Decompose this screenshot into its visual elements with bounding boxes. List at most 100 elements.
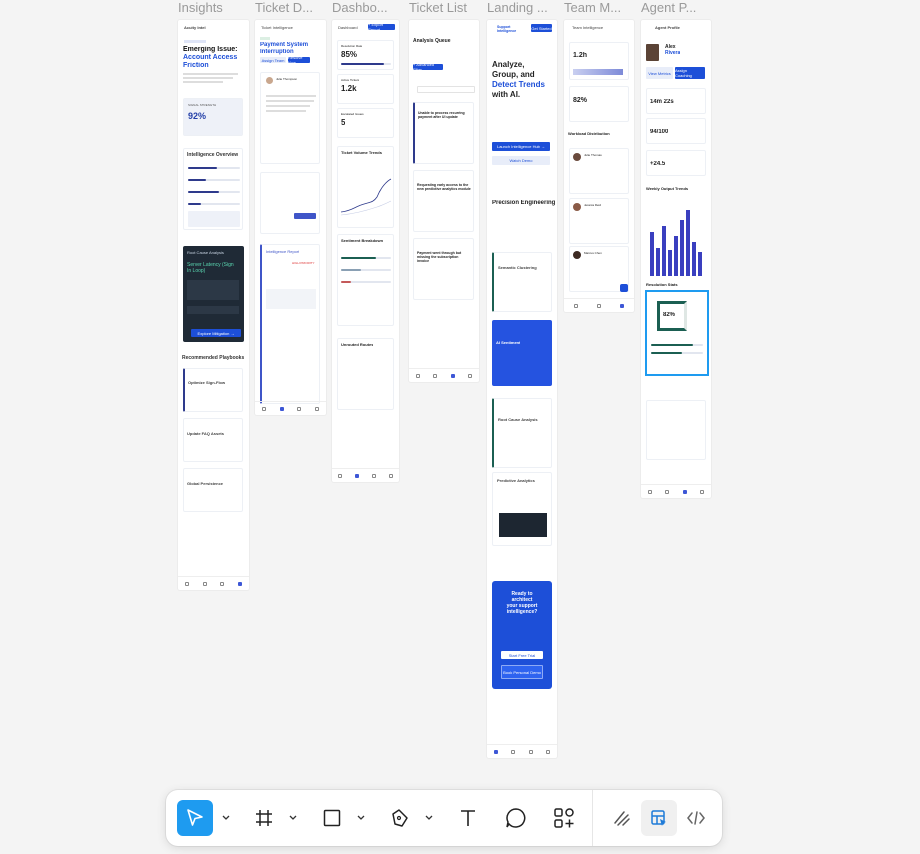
assign-team-button[interactable]: Assign Team [260,57,286,63]
design-icon [651,810,666,826]
frame-ticket-detail[interactable]: Ticket Intelligence Payment System Inter… [255,20,326,415]
frame-label-insights[interactable]: Insights [178,0,254,15]
playbook-card-1[interactable]: Optimize Sign-Flow [183,368,243,412]
feature-card-3: Root Cause Analysis [492,398,552,468]
frame-agent[interactable]: Agent Profile Alex Rivera View Metrics A… [641,20,711,498]
reply-card[interactable] [260,172,320,234]
avatar [266,77,273,84]
actions-tool-button[interactable] [546,800,582,836]
bottom-nav[interactable] [332,468,399,482]
frame-landing[interactable]: Support Intelligence Get Started Analyze… [487,20,557,758]
pen-options-chevron[interactable] [424,812,434,824]
ticket-body-card: Julie Thompson [260,72,320,164]
status-pill [184,40,206,43]
ticket-row-2[interactable]: Requesting early access to the new predi… [413,170,474,232]
explore-mitigation-button[interactable]: Explore Mitigation → [191,329,241,337]
frame-label-dashboard[interactable]: Dashbo... [332,0,408,15]
ticket-row-3[interactable]: Payment went through but missing the sub… [413,238,474,300]
issue-title-2: Account Access [183,54,238,61]
shape-options-chevron[interactable] [356,812,366,824]
pen-tool-button[interactable] [382,800,418,836]
frame-label-agent[interactable]: Agent P... [641,0,717,15]
overview-card: Intelligence Overview [183,148,243,230]
selected-resolution-card[interactable]: 82% [645,290,709,376]
unrouted-card: Unrouted Routes [337,338,394,410]
app-header: Ticket Intelligence [261,25,293,30]
draw-icon [614,811,630,826]
landing-logo: Support Intelligence [497,25,517,33]
draw-mode-button[interactable] [604,800,640,836]
app-header: Team Intelligence [572,25,604,30]
move-tool-button[interactable] [177,800,213,836]
frame-insights[interactable]: Acuity Intel Emerging Issue: Account Acc… [178,20,249,590]
dev-mode-button[interactable] [678,800,714,836]
playbook-card-3[interactable]: Global Persistence [183,468,243,512]
code-icon [687,811,705,825]
bottom-nav[interactable] [178,576,249,590]
comment-icon [506,808,526,828]
issue-title-1: Emerging Issue: [183,46,238,53]
frame-label-team[interactable]: Team M... [564,0,640,15]
design-mode-button[interactable] [641,800,677,836]
resolution-rate-card: Resolution Rate 85% [337,40,394,70]
get-started-button[interactable]: Get Started [531,24,552,32]
sentiment-card: Sentiment Breakdown [337,234,394,326]
frame-dashboard[interactable]: Dashboard + Export Report Resolution Rat… [332,20,399,482]
resolve-button[interactable]: Resolve Now [288,55,310,65]
chevron-down-icon [357,815,365,820]
volume-trend-card: Ticket Volume Trends [337,146,394,228]
shape-tool-button[interactable] [314,800,350,836]
search-input[interactable] [417,86,475,93]
avatar [573,153,581,161]
frame-team[interactable]: Team Intelligence 1.2h 82% Workload Dist… [564,20,634,312]
view-metrics-button[interactable]: View Metrics [646,67,673,79]
rectangle-icon [323,809,341,827]
bottom-nav[interactable] [487,744,557,758]
utilization-card: 82% [569,86,629,122]
response-time-card: 14m 22s [646,88,706,114]
sentiment-delta-card: +24.5 [646,150,706,176]
issue-title-3: Friction [183,62,209,69]
export-report-button[interactable]: + Export Report [368,22,395,32]
bottom-nav[interactable] [641,484,711,498]
book-demo-button[interactable]: Book Personal Demo [501,665,543,679]
cursor-icon [187,809,203,826]
quality-score-card: 94/100 [646,118,706,144]
chevron-down-icon [425,815,433,820]
analytics-preview [499,513,547,537]
root-cause-card: Root Cause Analysis Server Latency (Sign… [183,246,244,342]
send-button[interactable] [294,213,316,219]
intelligence-report: Intelligence Report HIGH PRIORITY [260,244,320,404]
activity-list [646,400,706,460]
move-options-chevron[interactable] [221,812,231,824]
bottom-nav[interactable] [409,368,479,382]
avatar [573,203,581,211]
ticket-row-1[interactable]: Unable to process recurring payment afte… [413,102,474,164]
frame-options-chevron[interactable] [288,812,298,824]
frame-label-ticket-list[interactable]: Ticket List [409,0,485,15]
queue-title: Analysis Queue [413,38,451,44]
add-fab[interactable] [620,284,628,292]
playbook-card-2[interactable]: Update FAQ Assets [183,418,243,462]
bottom-nav[interactable] [564,298,634,312]
pen-icon [392,809,408,827]
advanced-filter-button[interactable]: + Advanced Filter [413,62,443,72]
agent-photo [646,44,659,61]
comment-tool-button[interactable] [498,800,534,836]
start-trial-button[interactable]: Start Free Trial [501,651,543,659]
design-canvas[interactable]: Insights Ticket D... Dashbo... Ticket Li… [0,0,920,854]
bottom-nav[interactable] [255,401,326,415]
frame-tool-button[interactable] [246,800,282,836]
chevron-down-icon [222,815,230,820]
team-member-1[interactable]: Julie Thomas [569,148,629,194]
frame-label-ticket-detail[interactable]: Ticket D... [255,0,331,15]
team-member-2[interactable]: Jessica Reid [569,198,629,244]
assign-coaching-button[interactable]: Assign Coaching [675,67,705,79]
chevron-down-icon [289,815,297,820]
app-header: Dashboard [338,25,358,30]
frame-label-landing[interactable]: Landing ... [487,0,563,15]
text-tool-button[interactable] [450,800,486,836]
watch-demo-button[interactable]: Watch Demo [492,156,550,165]
frame-ticket-list[interactable]: Analysis Queue + Advanced Filter Unable … [409,20,479,382]
launch-hub-button[interactable]: Launch Intelligence Hub → [492,142,550,151]
